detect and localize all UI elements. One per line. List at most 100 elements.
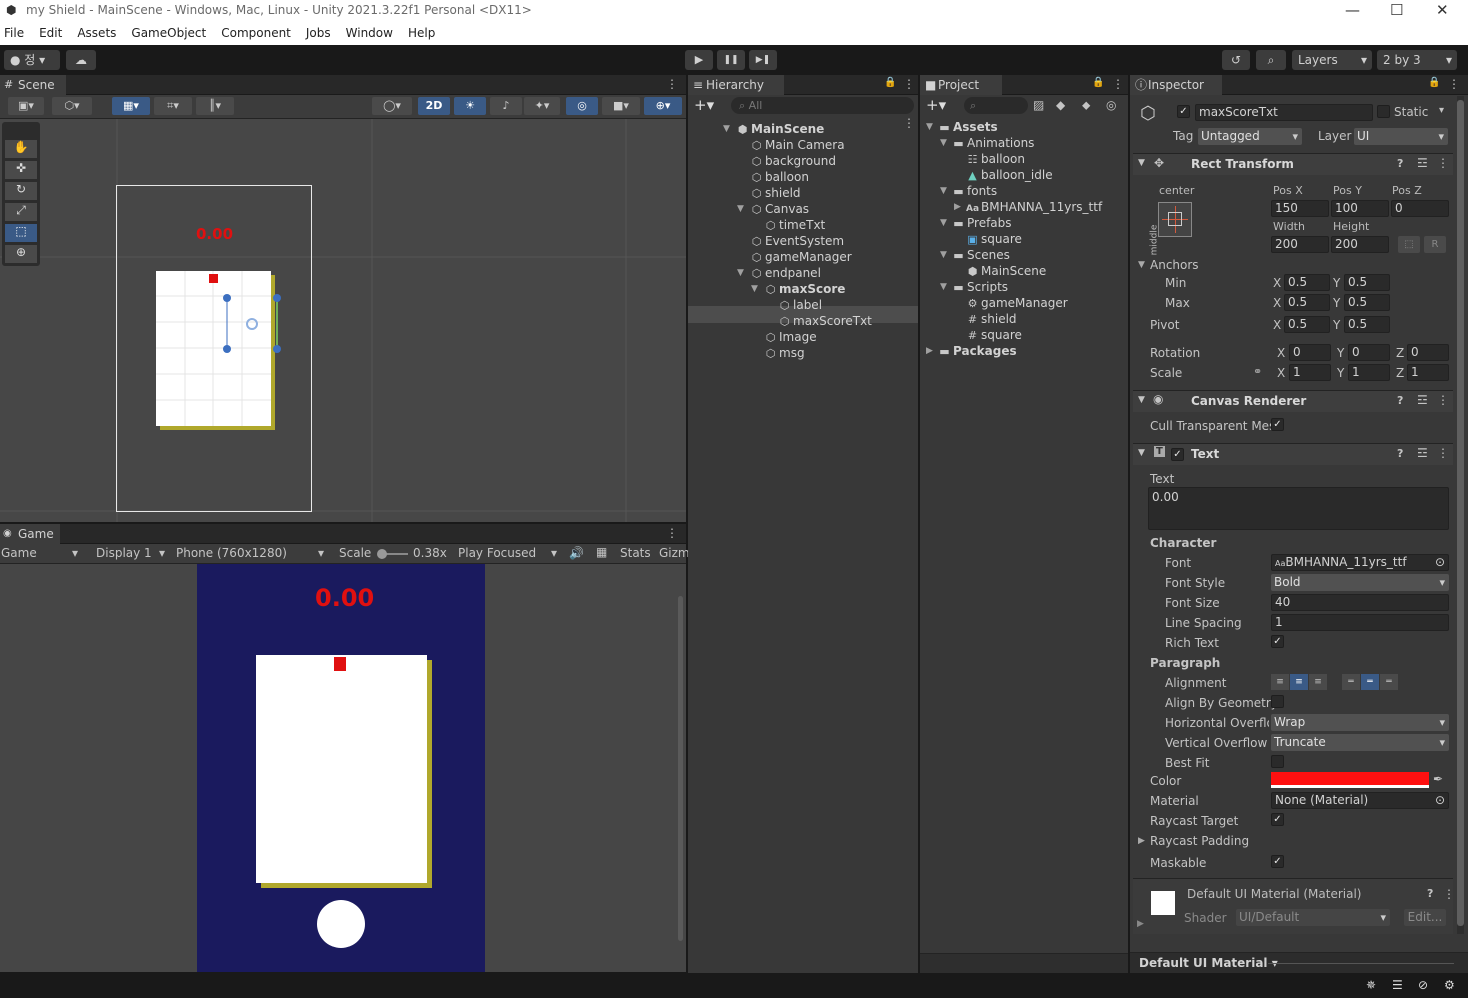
account-dropdown[interactable]: ● 정 ▾: [4, 50, 60, 70]
gizmos-button[interactable]: Gizm: [659, 546, 690, 560]
tab-hierarchy[interactable]: ≡ Hierarchy: [688, 75, 784, 95]
bug-icon[interactable]: ✵: [1366, 978, 1376, 992]
history-button[interactable]: ↺: [1222, 50, 1250, 70]
scale-z-field[interactable]: 1: [1407, 364, 1449, 381]
mute-audio-icon[interactable]: 🔊: [569, 546, 584, 560]
help-icon[interactable]: ?: [1397, 394, 1403, 407]
pivot-y-field[interactable]: 0.5: [1344, 316, 1390, 333]
filter-type-icon[interactable]: ▨: [1033, 98, 1044, 112]
max-x-field[interactable]: 0.5: [1284, 294, 1330, 311]
rot-y-field[interactable]: 0: [1348, 344, 1390, 361]
raycast-target-checkbox[interactable]: ✓: [1271, 813, 1284, 826]
align-right-button[interactable]: ≡: [1309, 674, 1327, 690]
align-top-button[interactable]: ═: [1342, 674, 1360, 690]
min-y-field[interactable]: 0.5: [1344, 274, 1390, 291]
presets-icon[interactable]: ☲: [1417, 446, 1428, 460]
help-icon[interactable]: ?: [1397, 157, 1403, 170]
scale-tool[interactable]: ⤢: [5, 203, 37, 221]
menu-dots-icon[interactable]: ⋮: [1448, 77, 1460, 91]
foldout-arrow-icon[interactable]: ▼: [737, 268, 744, 278]
text-enabled-checkbox[interactable]: ✓: [1171, 448, 1184, 461]
foldout-arrow-icon[interactable]: ▼: [940, 250, 947, 260]
footer-material-label[interactable]: Default UI Material ▾: [1139, 956, 1278, 970]
project-item-bmhanna-11yrs-ttf[interactable]: Aa BMHANNA_11yrs_ttf: [966, 199, 1102, 215]
hierarchy-item-label[interactable]: ⬡ label: [778, 297, 822, 313]
font-size-field[interactable]: 40: [1271, 594, 1449, 611]
grid-toggle[interactable]: ▦▾: [112, 97, 150, 115]
tab-project[interactable]: ■ Project: [920, 75, 1002, 95]
hand-tool[interactable]: ✋: [5, 140, 37, 158]
best-fit-checkbox[interactable]: [1271, 755, 1284, 768]
h-overflow-dropdown[interactable]: Wrap: [1271, 714, 1449, 731]
increment-snap[interactable]: ║▾: [196, 97, 234, 115]
hierarchy-item-maxscoretxt[interactable]: ⬡ maxScoreTxt: [778, 313, 872, 329]
pos-z-field[interactable]: 0: [1391, 200, 1449, 217]
menu-dots-icon[interactable]: ⋮: [1437, 156, 1449, 170]
tag-icon[interactable]: ⬥: [1082, 98, 1090, 113]
font-style-dropdown[interactable]: Bold: [1271, 574, 1449, 591]
menu-gameobject[interactable]: GameObject: [131, 22, 206, 45]
scale-x-field[interactable]: 1: [1289, 364, 1331, 381]
hierarchy-search-input[interactable]: ⌕ All: [731, 97, 914, 114]
menu-dots-icon[interactable]: ⋮: [1443, 887, 1455, 901]
inspector-scroll-thumb[interactable]: [1457, 100, 1464, 926]
line-spacing-field[interactable]: 1: [1271, 614, 1449, 631]
foldout-arrow-icon[interactable]: ▼: [1138, 260, 1145, 270]
rect-transform-header[interactable]: ▼ ✥ Rect Transform ? ☲ ⋮: [1133, 153, 1453, 175]
rot-x-field[interactable]: 0: [1289, 344, 1331, 361]
minimize-button[interactable]: —: [1345, 1, 1360, 19]
menu-component[interactable]: Component: [221, 22, 291, 45]
project-item-square[interactable]: # square: [966, 327, 1022, 343]
align-left-button[interactable]: ≡: [1271, 674, 1289, 690]
hidden-packages-icon[interactable]: ◎: [1106, 98, 1116, 112]
project-item-prefabs[interactable]: ▬ Prefabs: [952, 215, 1011, 231]
project-item-scripts[interactable]: ▬ Scripts: [952, 279, 1008, 295]
add-button[interactable]: +▾: [694, 96, 714, 114]
tag-dropdown[interactable]: Untagged: [1198, 128, 1302, 145]
layer-dropdown[interactable]: UI: [1354, 128, 1448, 145]
hierarchy-item-main-camera[interactable]: ⬡ Main Camera: [750, 137, 845, 153]
project-item-shield[interactable]: # shield: [966, 311, 1017, 327]
foldout-arrow-icon[interactable]: ▶: [1137, 919, 1144, 929]
anchor-preset-button[interactable]: [1158, 202, 1192, 237]
material-field[interactable]: None (Material) ⊙: [1271, 792, 1449, 809]
menu-dots-icon[interactable]: ⋮: [903, 77, 915, 91]
render-toggle[interactable]: ◯▾: [372, 97, 412, 115]
width-field[interactable]: 200: [1271, 236, 1329, 253]
scale-slider[interactable]: [377, 549, 408, 559]
foldout-arrow-icon[interactable]: ▶: [926, 346, 933, 356]
hierarchy-item-gamemanager[interactable]: ⬡ gameManager: [750, 249, 852, 265]
height-field[interactable]: 200: [1331, 236, 1389, 253]
hierarchy-item-balloon[interactable]: ⬡ balloon: [750, 169, 809, 185]
font-field[interactable]: AaBMHANNA_11yrs_ttf ⊙: [1271, 554, 1449, 571]
menu-dots-icon[interactable]: ⋮: [1437, 446, 1449, 460]
lock-icon[interactable]: 🔒: [1428, 77, 1440, 88]
color-swatch[interactable]: [1271, 772, 1429, 788]
stats-grid-icon[interactable]: ▦: [596, 545, 607, 559]
menu-edit[interactable]: Edit: [39, 22, 62, 45]
hierarchy-item-eventsystem[interactable]: ⬡ EventSystem: [750, 233, 844, 249]
text-value-area[interactable]: 0.00: [1148, 487, 1449, 530]
camera-toggle[interactable]: ■▾: [602, 97, 640, 115]
hierarchy-item-mainscene[interactable]: ⬢ MainScene: [736, 121, 825, 137]
raw-edit-button[interactable]: R: [1424, 236, 1446, 253]
play-button[interactable]: ▶: [685, 50, 713, 70]
align-geometry-checkbox[interactable]: [1271, 695, 1284, 708]
hierarchy-item-endpanel[interactable]: ⬡ endpanel: [750, 265, 821, 281]
project-item-gamemanager[interactable]: ⚙ gameManager: [966, 295, 1068, 311]
pos-y-field[interactable]: 100: [1331, 200, 1389, 217]
project-item-animations[interactable]: ▬ Animations: [952, 135, 1034, 151]
object-picker-icon[interactable]: ⊙: [1435, 555, 1445, 570]
hierarchy-item-background[interactable]: ⬡ background: [750, 153, 836, 169]
constrain-proportions-icon[interactable]: ⚭: [1253, 365, 1262, 378]
help-icon[interactable]: ?: [1397, 447, 1403, 460]
menu-assets[interactable]: Assets: [77, 22, 116, 45]
menu-dots-icon[interactable]: ⋮: [1112, 77, 1124, 91]
align-middle-button[interactable]: ═: [1361, 674, 1379, 690]
chevron-down-icon[interactable]: ▾: [1439, 105, 1444, 116]
scene-menu-dots-icon[interactable]: ⋮: [903, 116, 915, 130]
min-x-field[interactable]: 0.5: [1284, 274, 1330, 291]
hierarchy-item-shield[interactable]: ⬡ shield: [750, 185, 801, 201]
step-button[interactable]: ▶❚: [749, 50, 777, 70]
static-checkbox[interactable]: [1377, 105, 1390, 118]
